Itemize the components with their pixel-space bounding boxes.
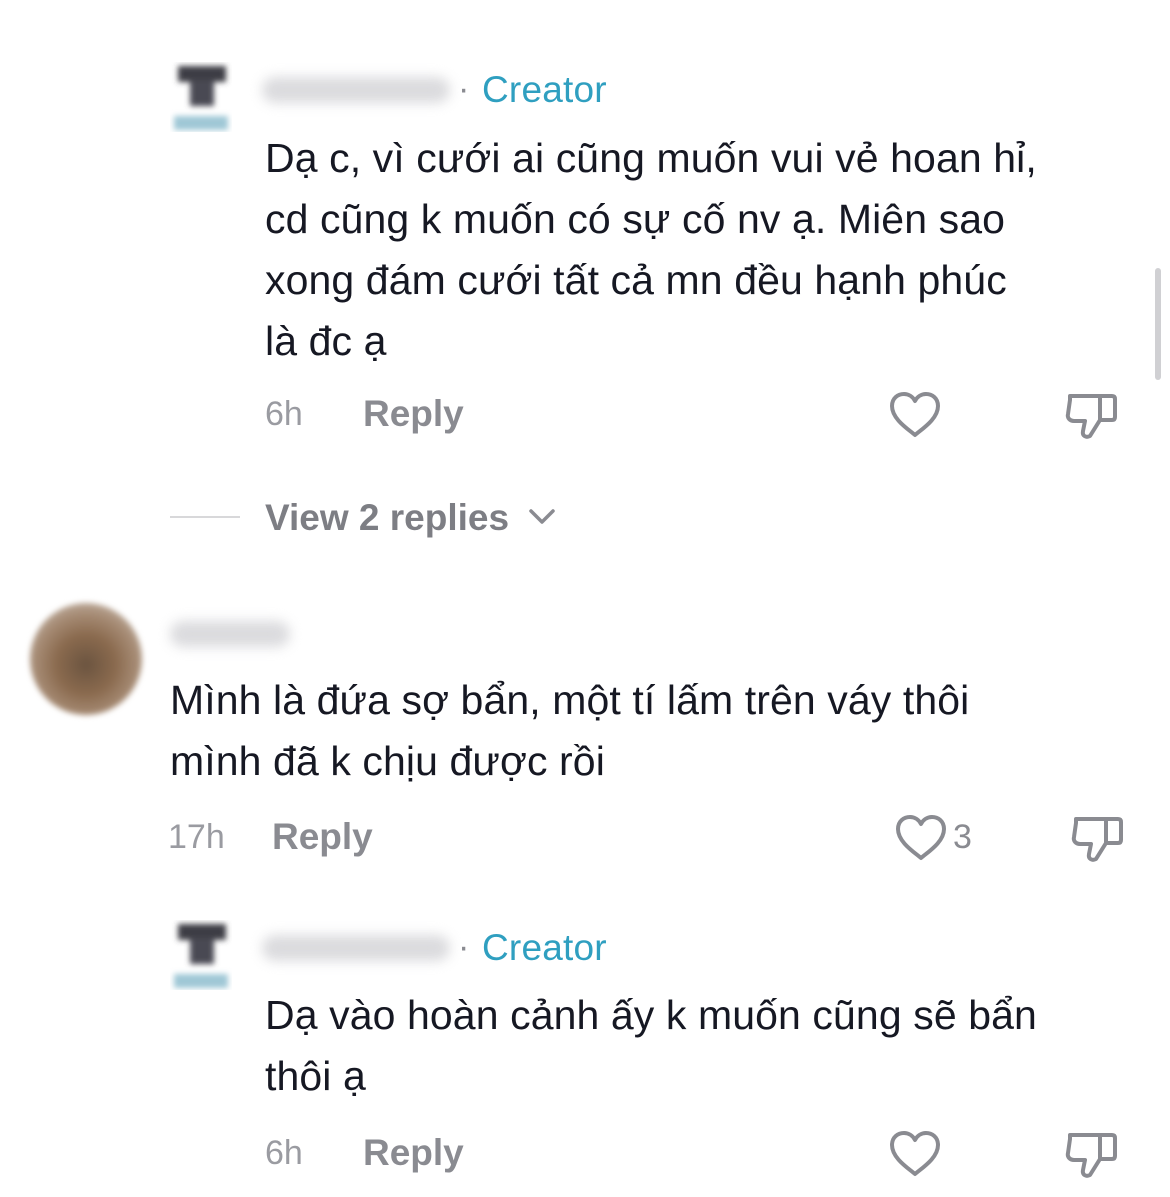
dislike-icon[interactable] [1064,390,1120,442]
comment-text: Mình là đứa sợ bẩn, một tí lấm trên váy … [170,677,970,784]
chevron-down-icon[interactable] [528,507,556,527]
heart-icon[interactable] [888,1130,942,1178]
username-blurred[interactable] [262,77,450,103]
heart-icon[interactable] [888,391,942,439]
username-blurred[interactable] [262,935,450,961]
separator-dot: · [458,928,470,966]
like-count: 3 [953,818,972,856]
heart-icon[interactable] [894,814,948,862]
comment-time: 6h [265,395,303,433]
reply-button[interactable]: Reply [363,395,464,432]
avatar[interactable] [30,603,142,715]
divider-line [170,516,240,518]
avatar[interactable] [170,920,232,990]
scrollbar[interactable] [1155,268,1161,380]
heart-icon-partial[interactable] [898,0,938,10]
username-blurred[interactable] [170,621,290,647]
separator-dot: · [458,70,470,108]
reply-button[interactable]: Reply [272,818,373,855]
dislike-icon[interactable] [1070,813,1126,865]
dislike-icon-partial[interactable] [1080,0,1120,10]
creator-badge: Creator [482,927,607,968]
avatar[interactable] [170,62,232,132]
comment-time: 17h [168,818,225,856]
comment-text: Dạ vào hoàn cảnh ấy k muốn cũng sẽ bẩn t… [265,992,1037,1099]
dislike-icon[interactable] [1064,1129,1120,1181]
view-replies-button[interactable]: View 2 replies [265,499,509,536]
comment-text: Dạ c, vì cưới ai cũng muốn vui vẻ hoan h… [265,135,1037,364]
comment-time: 6h [265,1134,303,1172]
creator-badge: Creator [482,69,607,110]
reply-button[interactable]: Reply [363,1134,464,1171]
